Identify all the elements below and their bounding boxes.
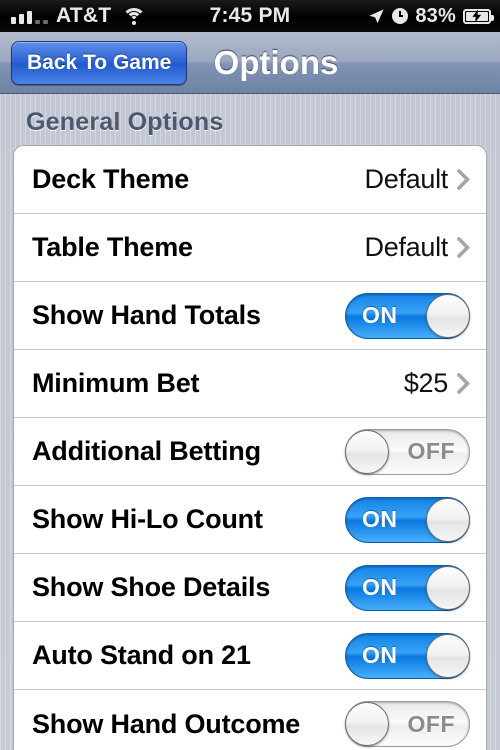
settings-row-value: Default bbox=[364, 232, 449, 262]
chevron-right-icon bbox=[457, 169, 470, 190]
toggle-switch[interactable]: OFF bbox=[345, 428, 470, 475]
settings-row-control: ON bbox=[345, 564, 470, 611]
settings-row-label: Show Hand Totals bbox=[32, 300, 261, 330]
settings-row[interactable]: Show Hand Outcome OFF bbox=[14, 690, 486, 750]
settings-row[interactable]: Show Shoe Details ON bbox=[14, 554, 486, 622]
toggle-knob bbox=[345, 702, 389, 746]
toggle-switch[interactable]: ON bbox=[345, 496, 470, 543]
settings-row-value: $25 bbox=[403, 368, 448, 398]
settings-row-control: $25 bbox=[404, 368, 470, 399]
settings-row[interactable]: Show Hi-Lo Count ON bbox=[14, 486, 486, 554]
settings-row-label: Deck Theme bbox=[32, 164, 190, 194]
battery-charging-icon bbox=[463, 8, 494, 24]
chevron-right-icon bbox=[457, 373, 470, 394]
toggle-switch[interactable]: ON bbox=[345, 564, 470, 611]
toggle-label: ON bbox=[362, 302, 398, 328]
settings-row-label: Show Hand Outcome bbox=[32, 708, 301, 739]
settings-row-value: Default bbox=[364, 164, 449, 194]
settings-row-label: Show Hi-Lo Count bbox=[32, 504, 263, 534]
lightning-bolt-icon bbox=[472, 9, 482, 23]
settings-row[interactable]: Additional Betting OFF bbox=[14, 418, 486, 486]
settings-row[interactable]: Auto Stand on 21 ON bbox=[14, 622, 486, 690]
settings-row[interactable]: Minimum Bet $25 bbox=[14, 350, 486, 418]
status-bar-time: 7:45 PM bbox=[209, 4, 291, 27]
toggle-switch[interactable]: OFF bbox=[345, 701, 470, 747]
toggle-knob bbox=[345, 429, 389, 474]
settings-row-label: Minimum Bet bbox=[32, 368, 200, 398]
settings-row-control: ON bbox=[345, 496, 470, 543]
settings-row-control: OFF bbox=[345, 428, 470, 475]
toggle-switch[interactable]: ON bbox=[345, 632, 470, 679]
settings-row[interactable]: Deck Theme Default bbox=[14, 146, 486, 214]
status-bar: AT&T 7:45 PM 83% bbox=[0, 0, 500, 32]
chevron-right-icon bbox=[457, 237, 470, 258]
section-header-general-options: General Options bbox=[26, 108, 224, 136]
settings-row-label: Auto Stand on 21 bbox=[32, 640, 251, 670]
toggle-label: ON bbox=[362, 574, 398, 600]
settings-group: Deck Theme Default Table Theme Default Show … bbox=[13, 145, 487, 750]
settings-row-control: Default bbox=[365, 232, 470, 263]
settings-row-control: ON bbox=[345, 292, 470, 339]
navigation-bar: Back To Game Options bbox=[0, 32, 500, 94]
back-to-game-button[interactable]: Back To Game bbox=[11, 40, 188, 85]
settings-content: General Options Deck Theme Default Table T… bbox=[0, 94, 500, 750]
settings-row-label: Table Theme bbox=[32, 232, 193, 262]
settings-row-label: Show Shoe Details bbox=[32, 572, 271, 602]
toggle-knob bbox=[426, 565, 470, 610]
settings-row[interactable]: Table Theme Default bbox=[14, 214, 486, 282]
settings-row[interactable]: Show Hand Totals ON bbox=[14, 282, 486, 350]
settings-row-control: OFF bbox=[345, 701, 470, 747]
settings-row-control: Default bbox=[365, 164, 470, 195]
toggle-knob bbox=[426, 497, 470, 542]
toggle-label: OFF bbox=[407, 438, 455, 464]
settings-row-label: Additional Betting bbox=[32, 436, 261, 466]
toggle-label: ON bbox=[362, 506, 398, 532]
toggle-knob bbox=[426, 633, 470, 678]
settings-row-control: ON bbox=[345, 632, 470, 679]
toggle-label: ON bbox=[362, 642, 398, 668]
toggle-switch[interactable]: ON bbox=[345, 292, 470, 339]
toggle-knob bbox=[426, 293, 470, 338]
toggle-label: OFF bbox=[407, 710, 455, 737]
